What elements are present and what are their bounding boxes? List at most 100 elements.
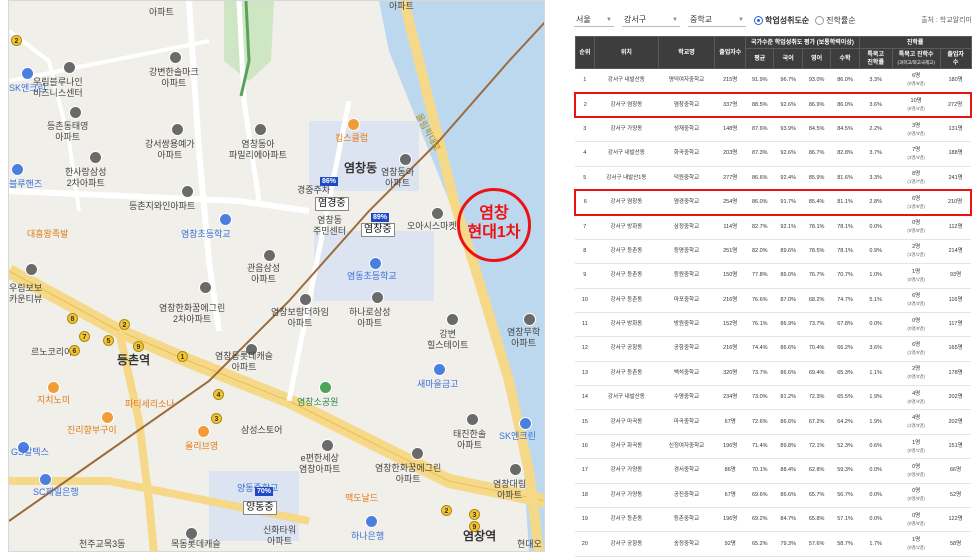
subway-line-5-icon: 5: [103, 335, 114, 346]
table-row[interactable]: 2 강서구 염창동 염창중학교 337명 88.5% 92.6% 86.9% 86.0% 3.6…: [574, 91, 972, 119]
district-select[interactable]: 강서구 ▼: [622, 14, 680, 27]
cell-math: 74.7%: [830, 288, 860, 313]
cell-special-count: 0명 (0명/0명): [892, 214, 941, 240]
subway-line-3-icon: 3: [211, 413, 222, 424]
cell-special-count: 8명 (1명/7명): [892, 166, 941, 191]
cell-rank: 2: [574, 91, 595, 119]
cell-graduates: 202명: [940, 385, 971, 411]
cell-school: 신정여자중학교: [658, 434, 715, 460]
cell-school: 등촌중학교: [658, 507, 715, 533]
school-tag[interactable]: 염창중: [361, 223, 395, 237]
place-label: 올리브영: [185, 441, 219, 451]
table-row[interactable]: 13 강서구 등촌동 백석중학교 320명 73.7% 86.6% 69.4% 65.3% 1.…: [575, 361, 971, 387]
cell-kor: 86.6%: [773, 483, 803, 509]
cell-school: 백석중학교: [658, 361, 715, 387]
table-row[interactable]: 6 강서구 염창동 염경중학교 254명 86.0% 91.7% 85.4% 81.1% 2.8…: [574, 189, 972, 216]
cell-school: 마곡중학교: [658, 409, 715, 435]
table-row[interactable]: 20 강서구 공항동 송정중학교 92명 65.2% 79.3% 57.6% 58.7% 1.7…: [575, 531, 971, 557]
cell-kor: 93.9%: [773, 117, 803, 143]
cell-avg: 82.7%: [745, 214, 774, 240]
cell-graduates: 122명: [940, 507, 971, 533]
cell-sp: 1.0%: [859, 263, 893, 289]
cell-students: 196명: [714, 507, 746, 533]
cell-kor: 92.4%: [773, 166, 803, 191]
cell-loc: 강서구 화곡동: [594, 434, 659, 460]
cell-graduates: 241명: [940, 166, 971, 191]
building-icon: [254, 123, 267, 136]
place-label: 염창한화꿈에그린 아파트: [375, 463, 442, 484]
cell-avg: 86.6%: [745, 166, 774, 191]
cell-school: 등원중학교: [658, 263, 715, 289]
school-tag[interactable]: 염경중: [315, 197, 349, 211]
table-row[interactable]: 5 강서구 내발산1동 덕원중학교 277명 86.6% 92.4% 85.9% 81.6% 3…: [575, 166, 971, 191]
table-row[interactable]: 14 강서구 내발산동 수명중학교 234명 73.0% 81.2% 72.3% 65.5% 1…: [575, 385, 971, 411]
cell-loc: 강서구 내발산동: [594, 68, 659, 94]
subway-line-2-icon: 2: [441, 505, 452, 516]
radio-achievement[interactable]: 학업성취도순: [754, 15, 809, 26]
cell-sp: 0.0%: [859, 214, 893, 240]
cell-sp: 2.2%: [859, 117, 893, 143]
map-view[interactable]: 올림픽대로 우림블루나인 비즈니스센터 강변한솔마크 아파트 SK엔크린 등촌동…: [8, 0, 545, 552]
chevron-down-icon: ▼: [738, 16, 744, 23]
cell-special-count-sub: (0명/1명): [907, 276, 925, 282]
table-row[interactable]: 19 강서구 등촌동 등촌중학교 196명 69.2% 84.7% 65.8% 57.1% 0.…: [575, 507, 971, 533]
table-row[interactable]: 9 강서구 등촌동 등원중학교 150명 77.8% 86.0% 76.7% 70.7% 1.0…: [575, 263, 971, 289]
cell-avg: 77.8%: [745, 263, 774, 289]
table-row[interactable]: 16 강서구 화곡동 신정여자중학교 196명 71.4% 89.8% 72.1% 52.3%…: [575, 434, 971, 460]
place-label: 강변 힐스테이트: [427, 329, 469, 350]
cell-loc: 강서구 등촌동: [594, 288, 659, 313]
cell-students: 251명: [714, 239, 746, 265]
cell-eng: 78.5%: [802, 239, 831, 265]
cell-rank: 20: [575, 531, 595, 557]
level-select[interactable]: 중학교 ▼: [688, 14, 746, 27]
school-score-flag[interactable]: 89%: [371, 213, 390, 222]
col-header-rank: 순위: [574, 36, 596, 69]
cell-rank: 7: [575, 214, 595, 240]
school-tag[interactable]: 양동중: [243, 501, 277, 515]
cell-sp: 3.3%: [859, 166, 893, 191]
cell-special-count-sub: (1명/5명): [907, 203, 925, 209]
cell-rank: 19: [575, 507, 595, 533]
shopping-icon: [347, 118, 360, 131]
screen: 올림픽대로 우림블루나인 비즈니스센터 강변한솔마크 아파트 SK엔크린 등촌동…: [0, 0, 974, 559]
cell-math: 84.5%: [830, 117, 860, 143]
table-row[interactable]: 4 강서구 내발산동 화곡중학교 203명 87.3% 92.6% 86.7% 82.8% 3.…: [575, 141, 971, 167]
school-score-flag[interactable]: 86%: [320, 177, 339, 186]
table-row[interactable]: 17 강서구 가양동 경서중학교 86명 70.1% 88.4% 62.8% 59.3% 0.0…: [575, 458, 971, 484]
radio-advancement[interactable]: 진학률순: [815, 15, 856, 26]
cell-math: 78.1%: [830, 214, 860, 240]
building-icon: [523, 313, 536, 326]
table-row[interactable]: 8 강서구 등촌동 등명중학교 251명 82.0% 89.6% 78.5% 78.1% 0.9…: [575, 239, 971, 265]
subway-line-3-icon: 3: [469, 509, 480, 520]
school-score-flag[interactable]: 70%: [255, 487, 274, 496]
cell-kor: 79.3%: [773, 531, 803, 557]
cell-school: 마포중학교: [658, 288, 715, 313]
table-row[interactable]: 3 강서구 가양동 성재중학교 148명 87.6% 93.9% 84.5% 84.5% 2.2…: [575, 117, 971, 143]
bank-icon: [365, 515, 378, 528]
table-row[interactable]: 12 강서구 공항동 공항중학교 216명 74.4% 86.6% 70.4% 66.2% 3.…: [575, 336, 971, 362]
table-row[interactable]: 1 강서구 내발산동 명덕여자중학교 215명 91.9% 96.7% 93.0% 86.0%…: [575, 68, 971, 94]
cell-special-count-sub: (1명/1명): [907, 252, 925, 258]
cell-avg: 88.5%: [745, 91, 774, 119]
table-row[interactable]: 7 강서구 방화동 삼정중학교 114명 82.7% 92.1% 78.1% 78.1% 0.0…: [575, 214, 971, 240]
cell-school: 방원중학교: [658, 312, 715, 338]
cell-math: 65.3%: [830, 361, 860, 387]
cell-avg: 87.3%: [745, 141, 774, 167]
col-group-evaluation: 국가수준 학업성취도 평가 (보통학력이상): [745, 36, 860, 49]
cell-math: 78.1%: [830, 239, 860, 265]
table-row[interactable]: 11 강서구 방화동 방원중학교 152명 76.1% 86.9% 73.7% 67.8% 0.…: [575, 312, 971, 338]
cell-graduates: 272명: [940, 91, 972, 119]
cell-graduates: 58명: [940, 531, 971, 557]
cell-loc: 강서구 방화동: [594, 312, 659, 338]
cell-special-count: 6명 (0명/6명): [892, 68, 941, 94]
table-row[interactable]: 18 강서구 가양동 공진중학교 67명 69.6% 86.6% 65.7% 56.7% 0.0…: [575, 483, 971, 509]
table-row[interactable]: 10 강서구 등촌동 마포중학교 216명 76.6% 87.0% 68.2% 74.7% 5.…: [575, 288, 971, 313]
cell-school: 삼정중학교: [658, 214, 715, 240]
city-select-value: 서울: [576, 15, 591, 24]
cell-sp: 1.7%: [859, 531, 893, 557]
building-icon: [321, 439, 334, 452]
cell-special-count-main: 8명: [912, 171, 921, 177]
table-row[interactable]: 15 강서구 마곡동 마곡중학교 67명 72.6% 86.6% 67.2% 64.2% 1.9…: [575, 409, 971, 435]
city-select[interactable]: 서울 ▼: [574, 14, 614, 27]
cell-special-count-main: 0명: [912, 512, 921, 519]
